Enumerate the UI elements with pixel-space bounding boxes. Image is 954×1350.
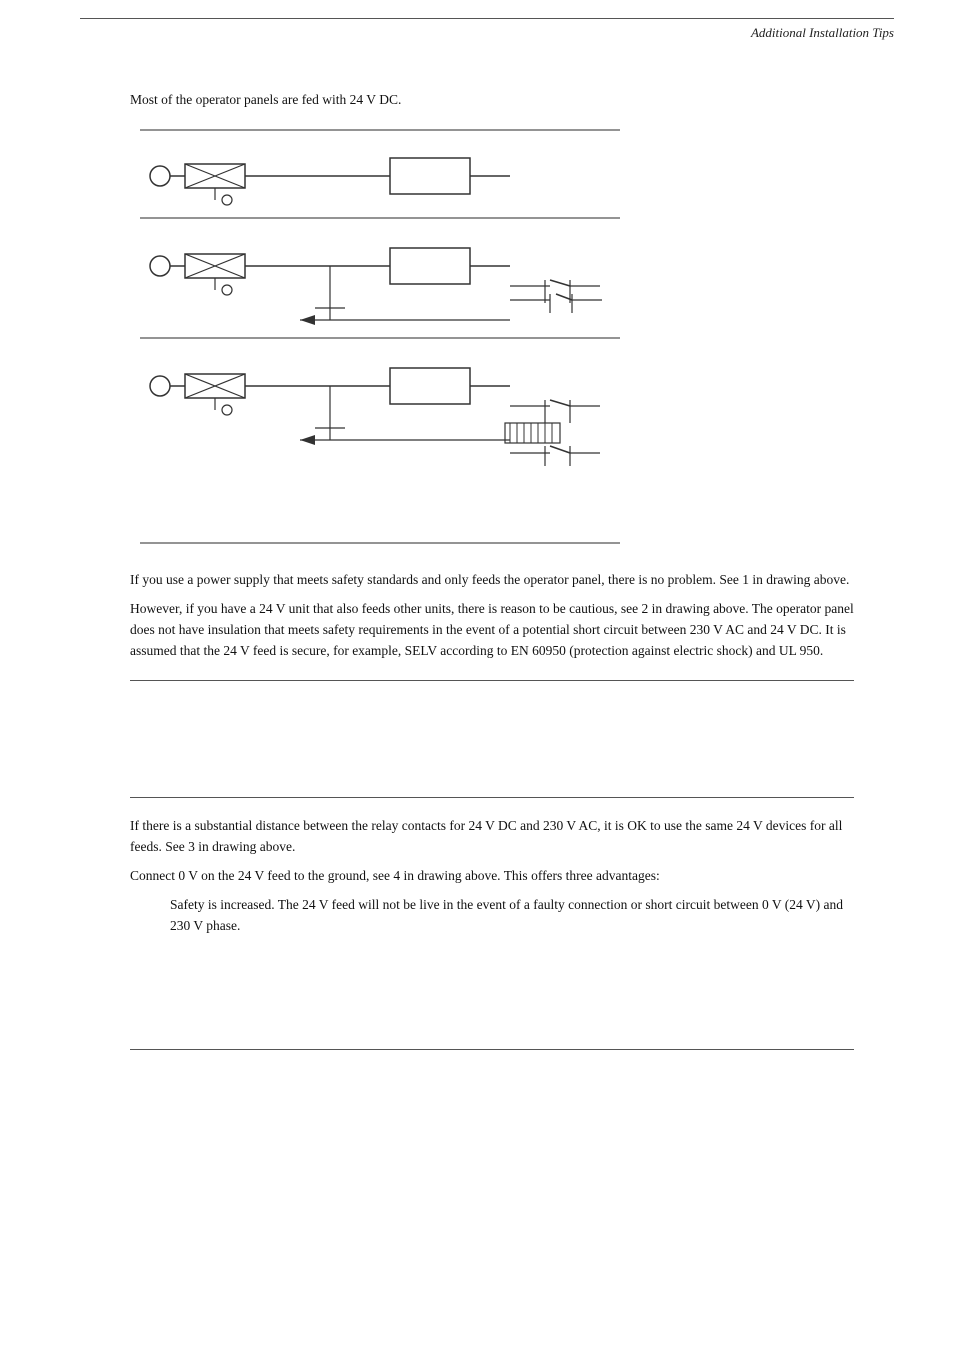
separator-2 [130,797,854,798]
section2-p1: If there is a substantial distance betwe… [130,816,854,858]
section1-text: If you use a power supply that meets saf… [130,570,854,662]
section2-p2: Connect 0 V on the 24 V feed to the grou… [130,866,854,887]
intro-text: Most of the operator panels are fed with… [130,90,854,110]
separator-1 [130,680,854,681]
main-content: Most of the operator panels are fed with… [130,90,854,1068]
section2-text: If there is a substantial distance betwe… [130,816,854,937]
section1-p2: However, if you have a 24 V unit that al… [130,599,854,662]
page: Additional Installation Tips Most of the… [0,0,954,1350]
section1-p1: If you use a power supply that meets saf… [130,570,854,591]
page-header: Additional Installation Tips [80,18,894,41]
header-title: Additional Installation Tips [751,25,894,40]
circuit-diagram [130,128,854,548]
separator-3 [130,1049,854,1050]
bullet-list: Safety is increased. The 24 V feed will … [170,895,854,937]
